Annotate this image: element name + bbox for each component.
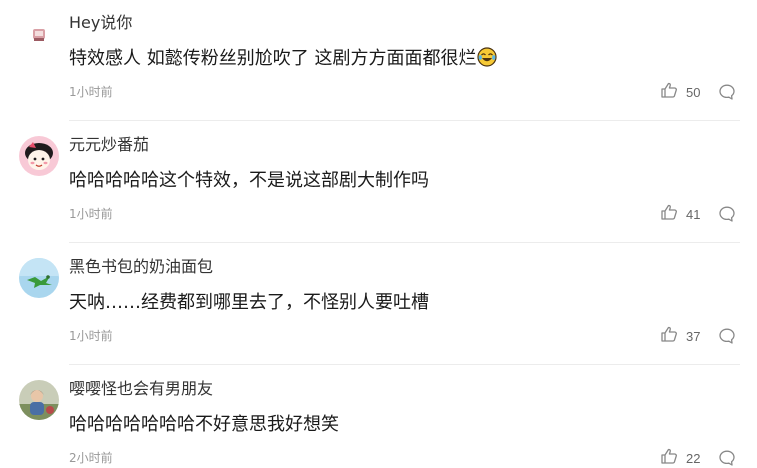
avatar[interactable] [19, 258, 59, 298]
username[interactable]: 嘤嘤怪也会有男朋友 [69, 378, 213, 400]
avatar[interactable] [19, 14, 59, 54]
comment-list: Hey说你 特效感人 如懿传粉丝别尬吹了 这剧方方面面都很烂 1小时前 50 元… [0, 0, 757, 468]
comment-text: 特效感人 如懿传粉丝别尬吹了 这剧方方面面都很烂 [69, 46, 498, 75]
avatar[interactable] [19, 136, 59, 176]
timestamp: 1小时前 [69, 329, 113, 343]
timestamp: 1小时前 [69, 207, 113, 221]
divider [69, 242, 740, 243]
avatar-image [19, 380, 59, 420]
avatar-image [19, 258, 59, 298]
reply-button[interactable] [718, 449, 736, 467]
divider [69, 364, 740, 365]
comment-text: 哈哈哈哈哈哈哈不好意思我好想笑 [69, 414, 339, 435]
comment-text: 哈哈哈哈哈这个特效，不是说这部剧大制作吗 [69, 170, 429, 191]
comment-bubble-icon [718, 84, 736, 105]
thumbs-up-icon [660, 81, 678, 103]
like-count: 22 [686, 450, 701, 466]
reply-button[interactable] [718, 83, 736, 101]
comment-text-body: 特效感人 如懿传粉丝别尬吹了 这剧方方面面都很烂 [69, 48, 477, 69]
avatar-image [19, 14, 59, 54]
reply-button[interactable] [718, 205, 736, 223]
like-button[interactable]: 41 [660, 204, 700, 224]
comment-bubble-icon [718, 450, 736, 468]
thumbs-up-icon [660, 325, 678, 347]
like-count: 50 [686, 84, 701, 100]
timestamp: 1小时前 [69, 85, 113, 99]
crying-laughing-emoji-icon [477, 47, 498, 75]
username[interactable]: 元元炒番茄 [69, 134, 149, 156]
comment-bubble-icon [718, 206, 736, 227]
username[interactable]: Hey说你 [69, 12, 132, 34]
timestamp: 2小时前 [69, 451, 113, 465]
username[interactable]: 黑色书包的奶油面包 [69, 256, 213, 278]
like-button[interactable]: 50 [660, 82, 700, 102]
avatar[interactable] [19, 380, 59, 420]
like-count: 37 [686, 328, 701, 344]
divider [69, 120, 740, 121]
reply-button[interactable] [718, 327, 736, 345]
like-button[interactable]: 22 [660, 448, 700, 468]
like-button[interactable]: 37 [660, 326, 700, 346]
comment-text: 天呐……经费都到哪里去了，不怪别人要吐槽 [69, 292, 429, 313]
comment-bubble-icon [718, 328, 736, 349]
avatar-image [19, 136, 59, 176]
thumbs-up-icon [660, 203, 678, 225]
thumbs-up-icon [660, 447, 678, 468]
like-count: 41 [686, 206, 701, 222]
